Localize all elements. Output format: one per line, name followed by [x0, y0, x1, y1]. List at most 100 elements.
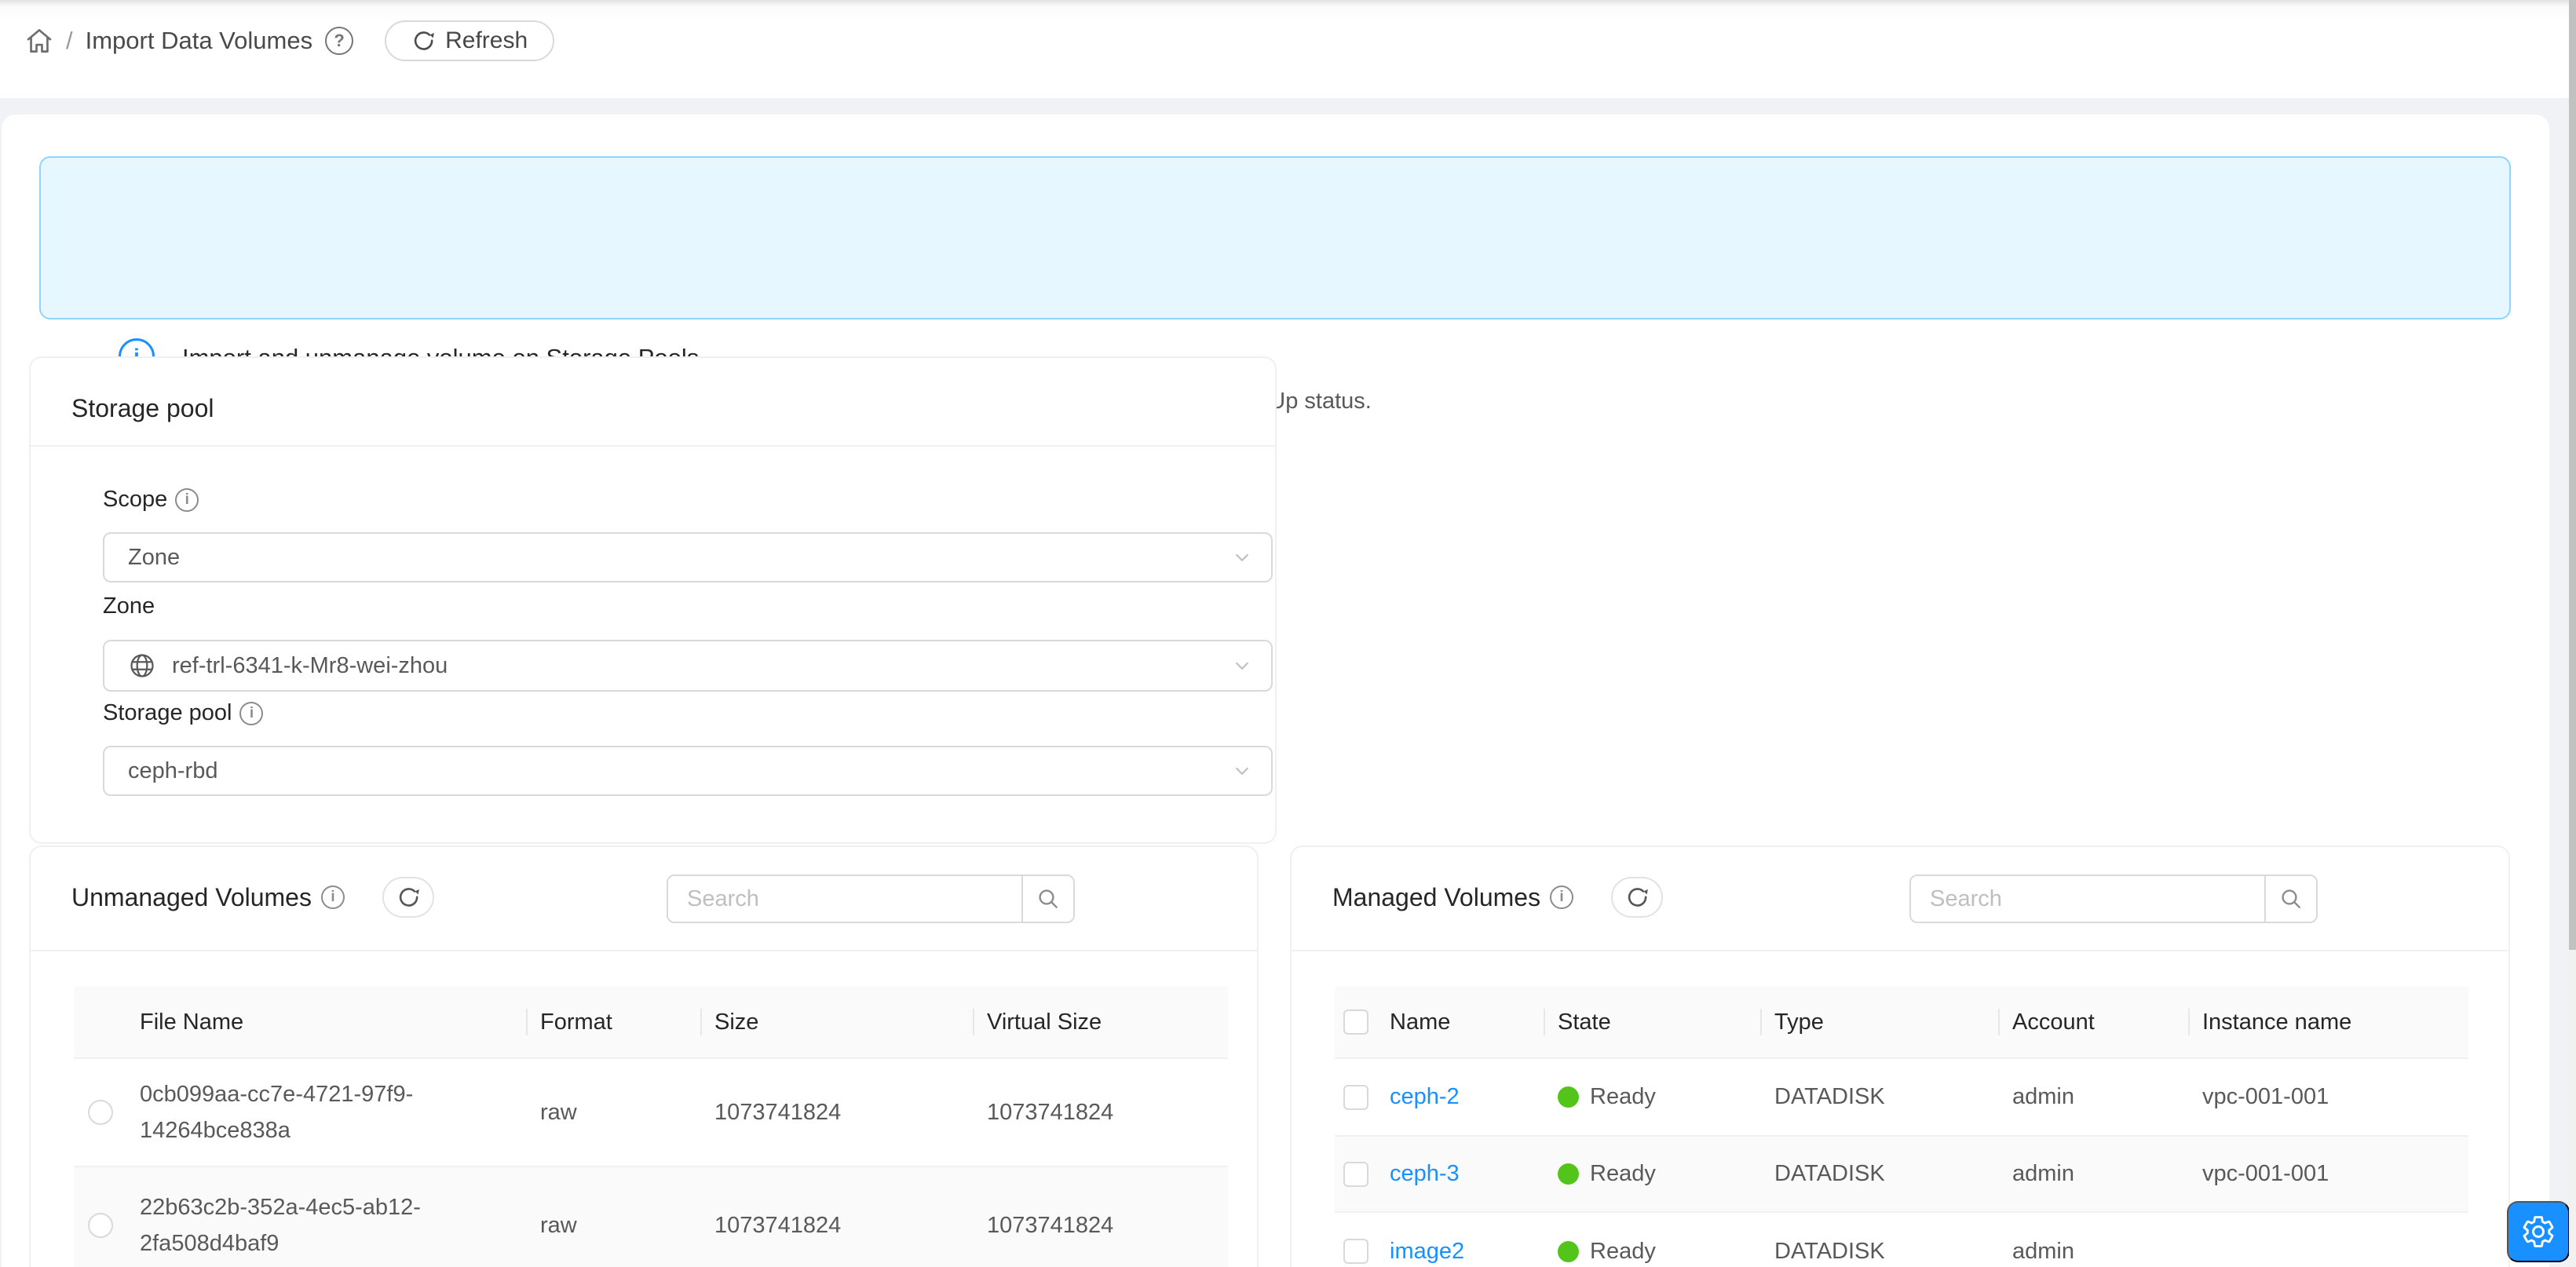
managed-search-input[interactable]	[1911, 876, 2264, 922]
cell-file-name: 0cb099aa-cc7e-4721-97f9-14264bce838a	[127, 1059, 528, 1166]
scope-select[interactable]: Zone	[103, 532, 1273, 582]
reload-icon	[1625, 885, 1649, 909]
cell-type: DATADISK	[1762, 1059, 2000, 1135]
zone-select[interactable]: ref-trl-6341-k-Mr8-wei-zhou	[103, 640, 1273, 692]
zone-label: Zone	[103, 593, 155, 619]
page-title: Import Data Volumes	[86, 27, 312, 55]
chevron-down-icon	[1230, 546, 1254, 569]
column-header-size: Size	[702, 987, 974, 1057]
row-radio[interactable]	[88, 1213, 113, 1238]
zone-select-value: ref-trl-6341-k-Mr8-wei-zhou	[172, 653, 448, 679]
row-radio[interactable]	[88, 1100, 113, 1125]
column-header-file-name: File Name	[127, 987, 528, 1057]
row-checkbox[interactable]	[1343, 1085, 1368, 1110]
column-header-instance-name: Instance name	[2190, 987, 2468, 1057]
divider	[1292, 950, 2508, 951]
volume-name-link[interactable]: ceph-2	[1390, 1084, 1460, 1110]
cell-instance-name: vpc-001-001	[2190, 1137, 2468, 1211]
volume-name-link[interactable]: ceph-3	[1390, 1161, 1460, 1187]
search-icon	[2278, 886, 2304, 911]
unmanaged-search-input[interactable]	[668, 876, 1021, 922]
cell-virtual-size: 1073741824	[974, 1059, 1228, 1166]
breadcrumb-separator: /	[66, 27, 73, 55]
chevron-down-icon	[1230, 759, 1254, 783]
managed-refresh-button[interactable]	[1611, 877, 1663, 918]
managed-search	[1909, 874, 2318, 923]
managed-info-icon[interactable]: i	[1550, 885, 1573, 909]
unmanaged-volumes-card: Unmanaged Volumes i	[29, 845, 1259, 1267]
search-icon	[1036, 886, 1061, 911]
divider	[31, 445, 1275, 447]
table-row: ceph-2 Ready DATADISK admin vpc-001-001	[1335, 1057, 2468, 1135]
column-header-state: State	[1545, 987, 1762, 1057]
import-data-volumes-page: / Import Data Volumes ? Refresh i Import…	[0, 0, 2576, 1267]
unmanaged-info-icon[interactable]: i	[321, 885, 345, 909]
managed-volumes-title: Managed Volumes	[1332, 883, 1540, 912]
column-header-virtual-size: Virtual Size	[974, 987, 1228, 1057]
unmanaged-volumes-title: Unmanaged Volumes	[71, 883, 312, 912]
cell-size: 1073741824	[702, 1059, 974, 1166]
cell-account: admin	[2000, 1213, 2190, 1267]
table-row: image2 Ready DATADISK admin	[1335, 1211, 2468, 1267]
breadcrumb-bar: / Import Data Volumes ? Refresh	[0, 0, 2576, 98]
scrollbar-thumb[interactable]	[2569, 0, 2576, 950]
breadcrumb: / Import Data Volumes ? Refresh	[24, 14, 554, 68]
unmanaged-search-button[interactable]	[1021, 876, 1073, 922]
reload-icon	[411, 29, 435, 53]
cell-virtual-size: 1073741824	[974, 1167, 1228, 1267]
table-row: ceph-3 Ready DATADISK admin vpc-001-001	[1335, 1135, 2468, 1211]
managed-search-button[interactable]	[2264, 876, 2316, 922]
status-label: Ready	[1590, 1084, 1656, 1110]
cell-file-name: 22b63c2b-352a-4ec5-ab12-2fa508d4baf9	[127, 1167, 528, 1267]
storage-pool-select[interactable]: ceph-rbd	[103, 746, 1273, 796]
storage-pool-select-value: ceph-rbd	[128, 758, 217, 784]
cell-format: raw	[528, 1059, 702, 1166]
unmanaged-search	[667, 874, 1075, 923]
status-dot	[1558, 1086, 1579, 1108]
unmanaged-refresh-button[interactable]	[382, 877, 434, 918]
storage-pool-info-icon[interactable]: i	[239, 702, 263, 725]
status-label: Ready	[1590, 1161, 1656, 1187]
column-header-format: Format	[528, 987, 702, 1057]
column-header-name: Name	[1377, 987, 1545, 1057]
info-alert: i Import and unmanage volume on Storage …	[39, 156, 2511, 319]
managed-table-header: Name State Type Account Instance name	[1335, 987, 2468, 1057]
cell-format: raw	[528, 1167, 702, 1267]
cell-account: admin	[2000, 1059, 2190, 1135]
gear-icon	[2520, 1214, 2556, 1250]
row-checkbox[interactable]	[1343, 1239, 1368, 1264]
managed-volumes-table: Name State Type Account Instance name ce…	[1335, 987, 2468, 1267]
cell-account: admin	[2000, 1137, 2190, 1211]
table-row: 22b63c2b-352a-4ec5-ab12-2fa508d4baf9 raw…	[74, 1166, 1228, 1267]
settings-button[interactable]	[2507, 1201, 2570, 1262]
column-header-account: Account	[2000, 987, 2190, 1057]
cell-instance-name: vpc-001-001	[2190, 1059, 2468, 1135]
unmanaged-volumes-table: File Name Format Size Virtual Size 0cb09…	[74, 987, 1228, 1267]
home-icon	[24, 26, 54, 56]
row-checkbox[interactable]	[1343, 1162, 1368, 1187]
unmanaged-table-header: File Name Format Size Virtual Size	[74, 987, 1228, 1057]
column-header-type: Type	[1762, 987, 2000, 1057]
refresh-button[interactable]: Refresh	[385, 20, 554, 61]
cell-type: DATADISK	[1762, 1213, 2000, 1267]
divider	[31, 950, 1257, 951]
storage-pool-label: Storage pool i	[103, 700, 263, 726]
globe-icon	[128, 652, 156, 680]
chevron-down-icon	[1230, 654, 1254, 677]
status-label: Ready	[1590, 1239, 1656, 1265]
managed-volumes-card: Managed Volumes i	[1290, 845, 2510, 1267]
select-all-checkbox[interactable]	[1343, 1010, 1368, 1035]
status-dot	[1558, 1241, 1579, 1262]
refresh-button-label: Refresh	[445, 27, 528, 54]
scrollbar-track[interactable]	[2569, 0, 2576, 1267]
reload-icon	[396, 885, 420, 909]
scope-select-value: Zone	[128, 545, 180, 571]
cell-type: DATADISK	[1762, 1137, 2000, 1211]
home-breadcrumb-link[interactable]	[24, 25, 55, 57]
volume-name-link[interactable]: image2	[1390, 1239, 1464, 1265]
table-row: 0cb099aa-cc7e-4721-97f9-14264bce838a raw…	[74, 1057, 1228, 1166]
status-dot	[1558, 1163, 1579, 1185]
question-circle-icon[interactable]: ?	[325, 27, 353, 55]
scope-info-icon[interactable]: i	[175, 488, 199, 512]
storage-pool-card-title: Storage pool	[71, 394, 214, 423]
